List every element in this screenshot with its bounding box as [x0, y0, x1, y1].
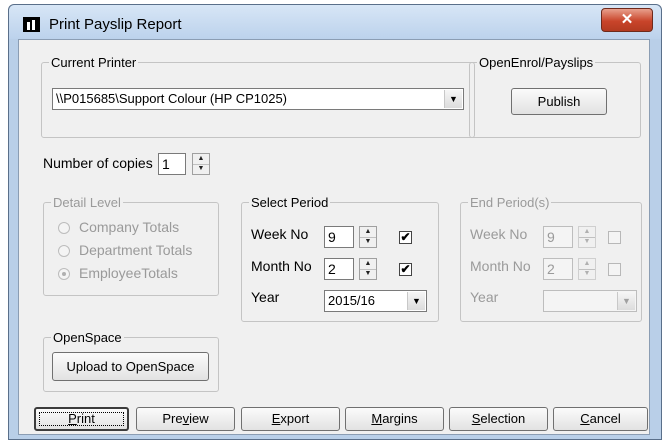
year-label: Year: [251, 289, 280, 305]
end-year-select[interactable]: ▼: [543, 290, 637, 312]
end-week-no-label: Week No: [470, 226, 528, 242]
end-month-no-label: Month No: [470, 258, 531, 274]
year-select[interactable]: 2015/16 ▼: [324, 290, 427, 312]
close-button[interactable]: ✕: [601, 8, 653, 32]
week-no-label: Week No: [251, 226, 309, 242]
dropdown-arrow-icon[interactable]: ▼: [617, 292, 635, 310]
department-totals-label: Department Totals: [79, 242, 193, 258]
end-week-no-input[interactable]: 9: [543, 226, 573, 248]
publish-button[interactable]: Publish: [511, 88, 607, 115]
employee-totals-label: EmployeeTotals: [79, 265, 178, 281]
spin-down-icon[interactable]: ▼: [579, 269, 595, 279]
dialog-window: Print Payslip Report ✕ Current Printer \…: [8, 4, 662, 440]
department-totals-radio[interactable]: [58, 245, 70, 257]
selection-button[interactable]: Selection: [449, 407, 548, 431]
selection-label: election: [480, 411, 526, 426]
company-totals-label: Company Totals: [79, 219, 180, 235]
openenrol-legend: OpenEnrol/Payslips: [479, 55, 594, 70]
spin-down-icon[interactable]: ▼: [579, 237, 595, 247]
margins-button[interactable]: Margins: [345, 407, 444, 431]
spin-down-icon[interactable]: ▼: [193, 164, 209, 174]
printer-select-value: \\P015685\Support Colour (HP CP1025): [56, 91, 288, 106]
cancel-button[interactable]: Cancel: [553, 407, 648, 431]
month-no-label: Month No: [251, 258, 312, 274]
end-year-label: Year: [470, 289, 499, 305]
year-select-value: 2015/16: [328, 293, 375, 308]
cancel-label: ancel: [589, 411, 621, 426]
week-no-spinner[interactable]: ▲ ▼: [359, 226, 377, 248]
week-no-checkbox[interactable]: ✔: [399, 231, 412, 244]
dropdown-arrow-icon[interactable]: ▼: [407, 292, 425, 310]
app-icon: [23, 17, 40, 32]
preview-label-start: Pre: [162, 411, 183, 426]
copies-label: Number of copies: [43, 155, 153, 171]
week-no-input[interactable]: 9: [324, 226, 354, 248]
month-no-checkbox[interactable]: ✔: [399, 263, 412, 276]
print-button[interactable]: Print: [34, 407, 129, 431]
focus-rectangle: [39, 412, 124, 426]
upload-to-openspace-button[interactable]: Upload to OpenSpace: [52, 352, 209, 381]
checkmark-icon: ✔: [400, 262, 411, 276]
cancel-access-key: C: [580, 411, 590, 426]
dropdown-arrow-icon[interactable]: ▼: [444, 90, 462, 108]
end-week-no-spinner[interactable]: ▲ ▼: [578, 226, 596, 248]
checkmark-icon: ✔: [400, 230, 411, 244]
dialog-client-area: Current Printer \\P015685\Support Colour…: [18, 39, 650, 435]
export-button[interactable]: Export: [241, 407, 340, 431]
margins-access-key: M: [371, 411, 383, 426]
spin-down-icon[interactable]: ▼: [360, 237, 376, 247]
copies-value: 1: [162, 156, 170, 172]
end-month-no-checkbox[interactable]: [608, 263, 621, 276]
company-totals-radio[interactable]: [58, 222, 70, 234]
end-month-no-input[interactable]: 2: [543, 258, 573, 280]
export-label: xport: [280, 411, 310, 426]
window-title: Print Payslip Report: [49, 16, 182, 33]
preview-button[interactable]: Preview: [136, 407, 235, 431]
select-period-legend: Select Period: [251, 195, 329, 210]
end-month-no-value: 2: [547, 261, 555, 277]
printer-select[interactable]: \\P015685\Support Colour (HP CP1025) ▼: [52, 88, 464, 110]
employee-totals-radio[interactable]: [58, 268, 70, 280]
preview-label-end: iew: [189, 411, 209, 426]
month-no-value: 2: [328, 261, 336, 277]
end-week-no-checkbox[interactable]: [608, 231, 621, 244]
month-no-spinner[interactable]: ▲ ▼: [359, 258, 377, 280]
copies-input[interactable]: 1: [158, 153, 186, 175]
current-printer-legend: Current Printer: [51, 55, 137, 70]
close-icon: ✕: [620, 11, 634, 28]
month-no-input[interactable]: 2: [324, 258, 354, 280]
end-week-no-value: 9: [547, 229, 555, 245]
end-period-legend: End Period(s): [470, 195, 550, 210]
spin-down-icon[interactable]: ▼: [360, 269, 376, 279]
margins-label: argins: [382, 411, 418, 426]
title-bar[interactable]: Print Payslip Report ✕: [9, 5, 661, 39]
upload-to-openspace-label: Upload to OpenSpace: [66, 359, 195, 374]
copies-spinner[interactable]: ▲ ▼: [192, 153, 210, 175]
end-month-no-spinner[interactable]: ▲ ▼: [578, 258, 596, 280]
publish-label: Publish: [537, 94, 581, 109]
week-no-value: 9: [328, 229, 336, 245]
openspace-legend: OpenSpace: [53, 330, 122, 345]
detail-level-legend: Detail Level: [53, 195, 121, 210]
